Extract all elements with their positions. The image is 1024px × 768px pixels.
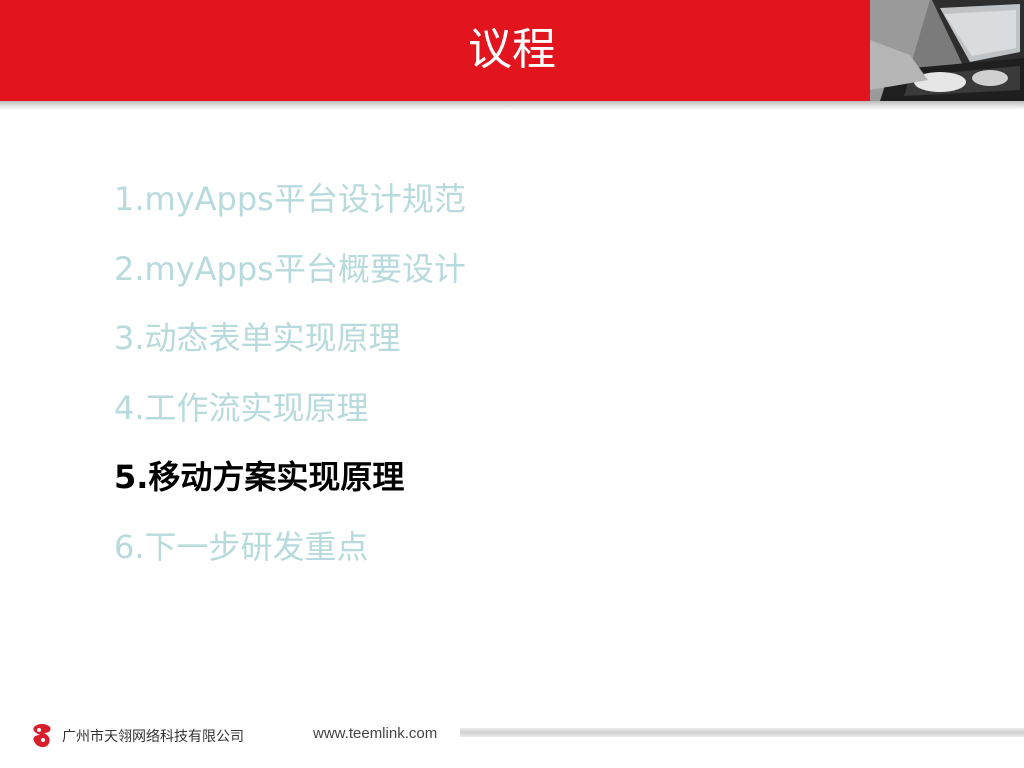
footer: 广州市天翎网络科技有限公司 www.teemlink.com [0,718,1024,752]
agenda-item[interactable]: 1.myApps平台设计规范 [114,178,466,248]
agenda-list: 1.myApps平台设计规范 2.myApps平台概要设计 3.动态表单实现原理… [114,178,466,595]
footer-divider [460,728,1024,737]
laptop-typing-photo [870,0,1024,101]
website-link[interactable]: www.teemlink.com [313,725,437,742]
company-name: 广州市天翎网络科技有限公司 [62,729,244,745]
agenda-item[interactable]: 2.myApps平台概要设计 [114,248,466,318]
agenda-item[interactable]: 3.动态表单实现原理 [114,317,466,387]
slide: 议程 1.myApps平台设计规范 2.myApps平台概要设计 3.动态表单实… [0,0,1024,768]
header-divider [0,101,1024,110]
agenda-item[interactable]: 6.下一步研发重点 [114,526,466,596]
teemlink-logo-icon [30,721,54,749]
agenda-item-active[interactable]: 5.移动方案实现原理 [114,456,466,526]
agenda-item[interactable]: 4.工作流实现原理 [114,387,466,457]
